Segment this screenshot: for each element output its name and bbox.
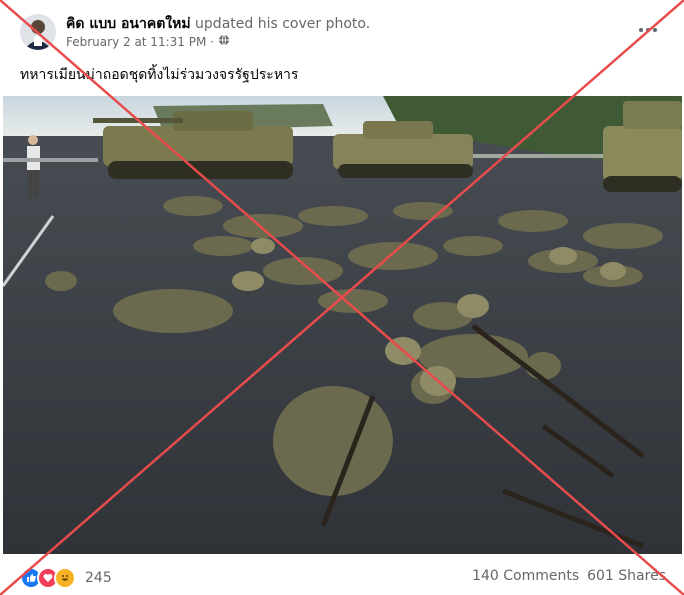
comments-count[interactable]: 140 Comments (472, 568, 579, 584)
post-meta: February 2 at 11:31 PM · (66, 34, 230, 49)
haha-icon (54, 567, 76, 589)
post-header: คิด แบบ อนาคตใหม่ updated his cover phot… (66, 13, 370, 35)
post-action: updated his cover photo. (195, 16, 371, 32)
more-dots-icon[interactable] (638, 18, 658, 39)
reaction-count: 245 (85, 570, 112, 586)
author-name[interactable]: คิด แบบ อนาคตใหม่ (66, 16, 191, 32)
engagement-stats: 140 Comments 601 Shares (472, 568, 666, 584)
reactions-summary[interactable]: 245 (20, 567, 112, 589)
meta-separator: · (210, 34, 215, 49)
post-footer: 245 140 Comments 601 Shares (0, 558, 684, 595)
globe-icon (218, 34, 230, 49)
post-caption: ทหารเมียนม่าถอดชุดทิ้งไม่ร่วมวงจรรัฐประห… (20, 67, 299, 83)
shares-count[interactable]: 601 Shares (587, 568, 666, 584)
author-avatar[interactable] (20, 14, 56, 50)
facebook-post: คิด แบบ อนาคตใหม่ updated his cover phot… (0, 0, 684, 595)
post-timestamp[interactable]: February 2 at 11:31 PM (66, 35, 206, 49)
post-photo[interactable] (3, 96, 682, 554)
